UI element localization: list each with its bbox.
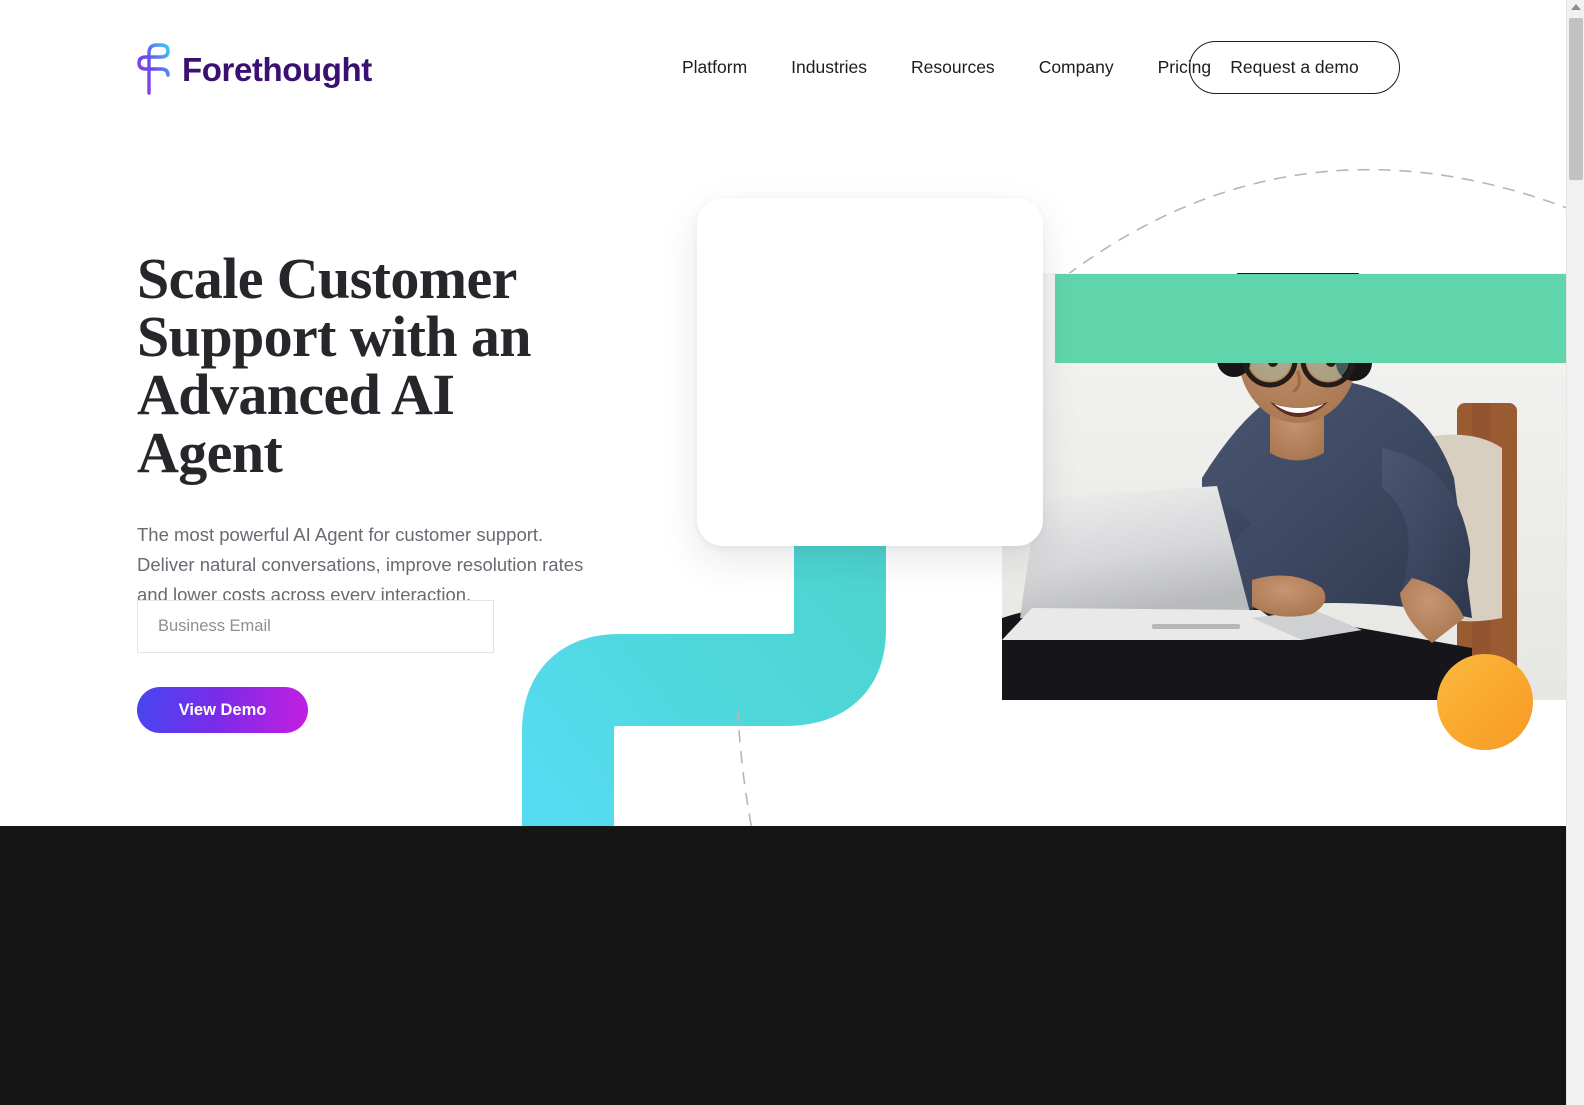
orange-circle-icon — [1437, 654, 1533, 750]
browser-viewport: Forethought Platform Industries Resource… — [0, 0, 1584, 1105]
brand-wordmark: Forethought — [182, 50, 372, 88]
nav-item-company[interactable]: Company — [1017, 41, 1136, 94]
browser-scrollbar[interactable] — [1566, 0, 1584, 1105]
hero-headline: Scale Customer Support with an Advanced … — [137, 246, 532, 485]
nav-item-resources[interactable]: Resources — [889, 41, 1017, 94]
hero-subheadline: The most powerful AI Agent for customer … — [137, 524, 584, 605]
nav-item-industries[interactable]: Industries — [769, 41, 889, 94]
scrollbar-thumb[interactable] — [1569, 18, 1583, 180]
request-demo-button[interactable]: Request a demo — [1189, 41, 1400, 94]
green-accent-band — [1055, 274, 1566, 363]
below-fold-dark-section — [0, 826, 1566, 1105]
business-email-input[interactable] — [137, 600, 494, 653]
dashed-vertical-line-icon — [737, 709, 753, 826]
site-header: Forethought Platform Industries Resource… — [0, 0, 1566, 134]
floating-demo-card[interactable] — [697, 198, 1043, 546]
nav-item-platform[interactable]: Platform — [660, 41, 769, 94]
main-navigation: Platform Industries Resources Company Pr… — [660, 41, 1233, 94]
hero-copy: Scale Customer Support with an Advanced … — [137, 250, 607, 610]
hero-photo — [1002, 148, 1566, 700]
scroll-up-arrow-icon[interactable] — [1570, 4, 1581, 10]
view-demo-button[interactable]: View Demo — [137, 687, 308, 733]
forethought-f-logo-icon — [137, 43, 170, 95]
page-canvas: Forethought Platform Industries Resource… — [0, 0, 1566, 1105]
smiling-woman-with-laptop-photo-icon — [1002, 273, 1566, 700]
brand-logo-link[interactable]: Forethought — [137, 41, 372, 97]
